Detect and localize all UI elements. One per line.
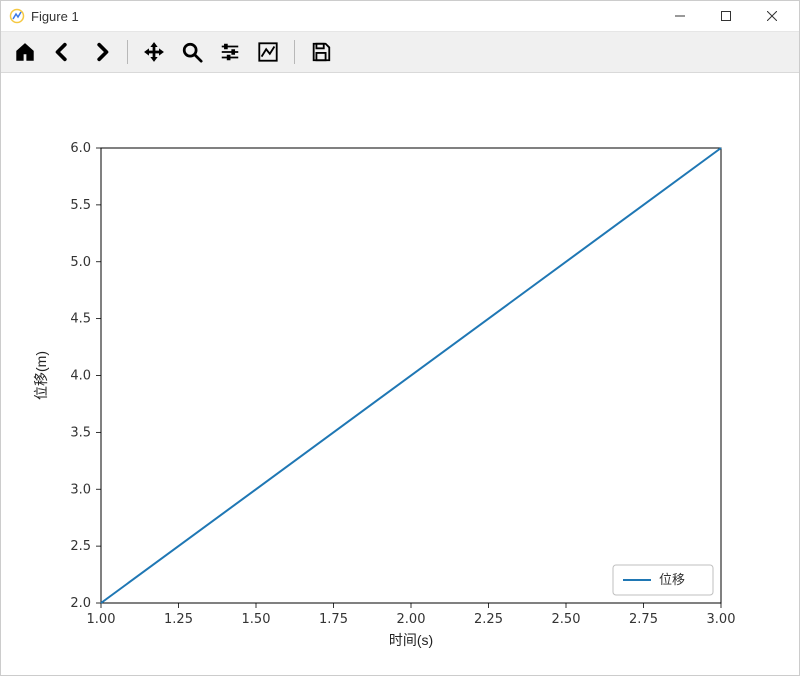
maximize-button[interactable] [703, 1, 749, 31]
minimize-button[interactable] [657, 1, 703, 31]
toolbar-separator [294, 40, 295, 64]
x-tick-label: 1.00 [87, 612, 116, 627]
app-icon [9, 8, 25, 24]
x-tick-label: 2.75 [629, 612, 658, 627]
window-title: Figure 1 [31, 9, 79, 24]
x-tick-label: 1.75 [319, 612, 348, 627]
toolbar [1, 31, 799, 73]
y-tick-label: 6.0 [70, 141, 91, 156]
figure-window: Figure 1 [0, 0, 800, 676]
y-tick-label: 5.5 [70, 198, 91, 213]
close-button[interactable] [749, 1, 795, 31]
edit-axes-button[interactable] [254, 38, 282, 66]
back-button[interactable] [49, 38, 77, 66]
y-tick-label: 4.0 [70, 369, 91, 384]
home-button[interactable] [11, 38, 39, 66]
back-icon [52, 41, 74, 63]
save-button[interactable] [307, 38, 335, 66]
y-tick-label: 5.0 [70, 255, 91, 270]
home-icon [14, 41, 36, 63]
configure-icon [219, 41, 241, 63]
y-tick-label: 2.0 [70, 596, 91, 611]
x-tick-label: 1.25 [164, 612, 193, 627]
y-tick-label: 4.5 [70, 312, 91, 327]
x-tick-label: 2.50 [552, 612, 581, 627]
x-axis-label: 时间(s) [389, 632, 433, 648]
toolbar-separator [127, 40, 128, 64]
forward-icon [90, 41, 112, 63]
axes-edit-icon [257, 41, 279, 63]
close-icon [767, 11, 777, 21]
maximize-icon [721, 11, 731, 21]
x-tick-label: 2.25 [474, 612, 503, 627]
x-tick-label: 1.50 [242, 612, 271, 627]
save-icon [310, 41, 332, 63]
configure-subplots-button[interactable] [216, 38, 244, 66]
x-tick-label: 3.00 [707, 612, 736, 627]
forward-button[interactable] [87, 38, 115, 66]
plot-svg: 1.00 1.25 1.50 1.75 2.00 2.25 2.50 2.75 3.00 2.0 2… [1, 73, 799, 676]
zoom-icon [181, 41, 203, 63]
y-tick-label: 3.5 [70, 425, 91, 440]
titlebar: Figure 1 [1, 1, 799, 31]
zoom-button[interactable] [178, 38, 206, 66]
y-axis-label: 位移(m) [33, 351, 49, 400]
y-tick-label: 3.0 [70, 482, 91, 497]
pan-icon [143, 41, 165, 63]
y-tick-label: 2.5 [70, 539, 91, 554]
legend-label: 位移 [659, 572, 685, 587]
minimize-icon [675, 11, 685, 21]
x-tick-label: 2.00 [397, 612, 426, 627]
plot-canvas[interactable]: 1.00 1.25 1.50 1.75 2.00 2.25 2.50 2.75 3.00 2.0 2… [1, 73, 799, 675]
pan-button[interactable] [140, 38, 168, 66]
